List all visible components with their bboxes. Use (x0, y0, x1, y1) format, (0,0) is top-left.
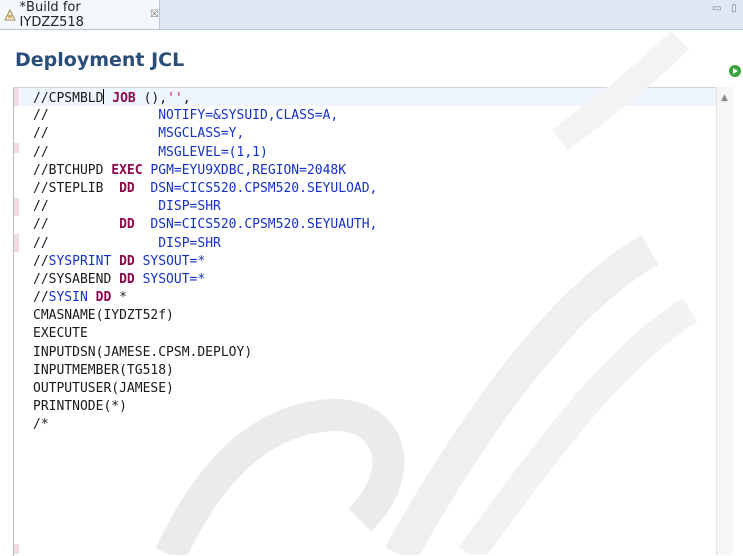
code-line[interactable]: INPUTMEMBER(TG518) (33, 362, 377, 380)
code-token-kw: DD (119, 271, 135, 287)
code-token-dd: SYSPRINT (48, 253, 112, 269)
code-token-val: NOTIFY=&SYSUID,CLASS=A, (158, 108, 339, 124)
code-token: /* (33, 417, 49, 433)
code-token: PRINTNODE(*) (33, 399, 127, 415)
code-token-kw: DD (95, 290, 112, 306)
code-line[interactable]: // MSGLEVEL=(1,1) (33, 144, 377, 162)
code-line[interactable]: //SYSPRINT DD SYSOUT=* (33, 253, 377, 271)
code-token: (), (135, 91, 168, 106)
code-token: //BTCHUPD (33, 162, 112, 178)
code-token: // (33, 253, 49, 269)
code-token: // (33, 290, 49, 306)
tab-title: *Build for IYDZZ518 (19, 0, 84, 30)
code-token-kw: DD (119, 253, 135, 269)
code-token: //STEPLIB (33, 180, 120, 196)
code-line[interactable]: //SYSABEND DD SYSOUT=* (33, 271, 377, 289)
code-line[interactable]: //SYSIN DD * (33, 289, 377, 307)
minimize-icon[interactable]: ▭ (712, 3, 721, 14)
code-line[interactable]: OUTPUTUSER(JAMESE) (33, 380, 377, 398)
code-token-val: SYSOUT=* (142, 271, 206, 287)
code-token: //SYSABEND (33, 271, 120, 287)
maximize-icon[interactable]: ▯ (731, 3, 737, 14)
code-token: //CPSMBLD (33, 91, 104, 106)
code-token-val: MSGCLASS=Y, (158, 126, 245, 142)
editor-header: Deployment JCL (0, 30, 743, 86)
code-token-val: DSN=CICS520.CPSM520.SEYUAUTH, (150, 217, 378, 233)
code-line[interactable]: INPUTDSN(JAMESE.CPSM.DEPLOY) (33, 344, 377, 362)
code-line[interactable]: // MSGCLASS=Y, (33, 125, 377, 143)
code-token-str: '' (167, 91, 183, 106)
code-token-val: DISP=SHR (158, 235, 221, 251)
code-token: INPUTDSN(JAMESE.CPSM.DEPLOY) (33, 344, 253, 360)
code-token: // (33, 108, 159, 124)
code-token-kw: EXEC (111, 162, 143, 178)
editor-file-icon (3, 8, 17, 22)
code-line[interactable]: //BTCHUPD EXEC PGM=EYU9XDBC,REGION=2048K (33, 162, 377, 180)
code-token-val: MSGLEVEL=(1,1) (158, 144, 268, 160)
code-line[interactable]: // DISP=SHR (33, 235, 377, 253)
code-line[interactable]: /* (33, 416, 377, 434)
scroll-up-arrow-icon[interactable]: ▲ (721, 93, 728, 103)
page-title: Deployment JCL (15, 49, 185, 71)
code-token: CMASNAME(IYDZT52f) (33, 308, 174, 324)
run-icon[interactable] (729, 65, 741, 77)
code-token: INPUTMEMBER(TG518) (33, 362, 174, 378)
tab-build-editor[interactable]: *Build for IYDZZ518 ☒ (0, 0, 160, 30)
code-text[interactable]: //CPSMBLD JOB (),'',// NOTIFY=&SYSUID,CL… (33, 89, 377, 435)
change-ruler (14, 88, 21, 555)
code-token-val: PGM=EYU9XDBC,REGION=2048K (150, 162, 347, 178)
code-token: * (111, 290, 127, 306)
code-line[interactable]: //CPSMBLD JOB (),'', (33, 89, 377, 107)
vertical-scrollbar[interactable]: ▲ (716, 87, 733, 555)
code-token: // (33, 235, 159, 251)
code-token: // (33, 217, 120, 233)
code-line[interactable]: CMASNAME(IYDZT52f) (33, 307, 377, 325)
code-token: EXECUTE (33, 326, 88, 342)
editor-tab-bar: *Build for IYDZZ518 ☒ ▭ ▯ (0, 0, 743, 30)
tab-close-icon[interactable]: ☒ (150, 9, 159, 20)
code-line[interactable]: EXECUTE (33, 325, 377, 343)
code-token: // (33, 199, 159, 215)
code-token-val: DSN=CICS520.CPSM520.SEYULOAD, (150, 180, 378, 196)
code-token-dd: SYSIN (48, 290, 88, 306)
code-token-val: SYSOUT=* (142, 253, 206, 269)
code-token-kw: DD (119, 180, 135, 196)
code-token-val: DISP=SHR (158, 199, 221, 215)
code-token: , (182, 91, 191, 106)
code-line[interactable]: // DD DSN=CICS520.CPSM520.SEYUAUTH, (33, 216, 377, 234)
code-line[interactable]: PRINTNODE(*) (33, 398, 377, 416)
code-token: // (33, 144, 159, 160)
code-token-kw: JOB (112, 91, 136, 106)
code-token: // (33, 126, 159, 142)
code-line[interactable]: //STEPLIB DD DSN=CICS520.CPSM520.SEYULOA… (33, 180, 377, 198)
code-token: OUTPUTUSER(JAMESE) (33, 381, 174, 396)
code-line[interactable]: // NOTIFY=&SYSUID,CLASS=A, (33, 107, 377, 125)
code-token-kw: DD (119, 217, 135, 233)
code-line[interactable]: // DISP=SHR (33, 198, 377, 216)
